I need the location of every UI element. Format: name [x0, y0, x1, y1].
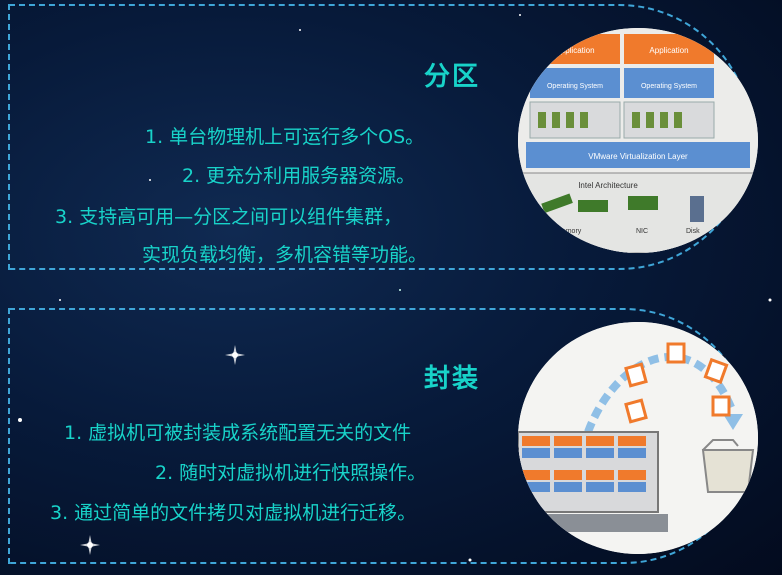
encapsulation-migration-diagram [518, 322, 758, 554]
vmware-layer-label: VMware Virtualization Layer [588, 152, 688, 161]
intel-architecture-label: Intel Architecture [578, 181, 638, 190]
disk-label: Disk [686, 228, 700, 235]
partition-line-1: 1. 单台物理机上可运行多个OS。 [145, 126, 425, 148]
os-label-2: Operating System [641, 83, 697, 90]
nic-label: NIC [636, 228, 648, 235]
encapsulation-line-2: 2. 随时对虚拟机进行快照操作。 [155, 462, 427, 484]
os-label-1: Operating System [547, 83, 603, 90]
partition-line-4: 实现负载均衡，多机容错等功能。 [142, 244, 428, 266]
partition-line-3: 3. 支持高可用—分区之间可以组件集群， [55, 206, 403, 228]
virtualization-layers-diagram: Application Application Operating System… [518, 28, 758, 253]
encapsulation-line-3: 3. 通过简单的文件拷贝对虚拟机进行迁移。 [50, 502, 417, 524]
section-encapsulation-title: 封装 [424, 364, 481, 394]
partition-line-2: 2. 更充分利用服务器资源。 [182, 165, 416, 187]
app-label-2: Application [649, 46, 688, 55]
section-partition-title: 分区 [424, 62, 481, 92]
encapsulation-line-1: 1. 虚拟机可被封装成系统配置无关的文件 [64, 422, 412, 444]
